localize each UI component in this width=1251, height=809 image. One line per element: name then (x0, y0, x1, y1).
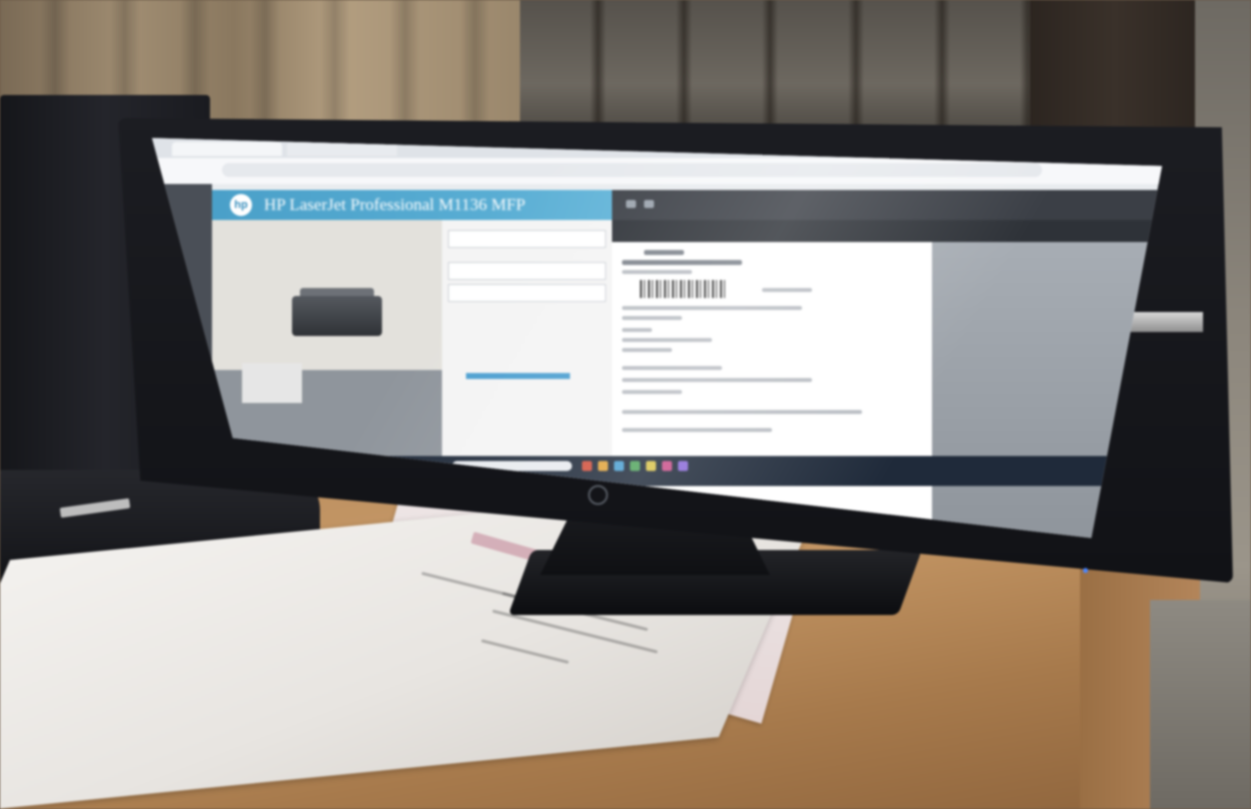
power-indicator-icon (1083, 568, 1088, 573)
doc-text-line (622, 410, 862, 414)
doc-text-line (622, 348, 672, 352)
floor (1150, 600, 1251, 809)
doc-text-line (762, 288, 812, 292)
taskbar-app-icon (646, 461, 656, 471)
doc-text-line (644, 250, 684, 255)
browser-tab (172, 142, 282, 156)
taskbar-app-icon (582, 461, 592, 471)
viewer-toolbar (612, 190, 1162, 220)
doc-text-line (622, 366, 722, 370)
doc-text-line (622, 390, 682, 394)
url-input (222, 163, 1042, 177)
product-header: hp HP LaserJet Professional M1136 MFP (212, 190, 612, 220)
taskbar-app-icon (598, 461, 608, 471)
printer-image (292, 296, 382, 336)
doc-text-line (622, 378, 812, 382)
taskbar-app-icon (630, 461, 640, 471)
doc-text-line (622, 338, 712, 342)
taskbar-app-icon (662, 461, 672, 471)
doc-text-line (622, 306, 802, 310)
hp-header-logo: hp (230, 194, 252, 216)
photo-scene: hp HP LaserJet Professional M1136 MFP (0, 0, 1251, 809)
viewer-subbar (612, 220, 1162, 242)
product-title: HP LaserJet Professional M1136 MFP (264, 195, 526, 214)
monitor-bracket (1128, 312, 1203, 332)
doc-text-line (622, 270, 692, 274)
form-field (448, 284, 606, 302)
toolbar-icon (626, 200, 636, 208)
doc-text-line (622, 428, 772, 432)
doc-text-line (622, 328, 652, 332)
form-field (448, 230, 606, 248)
hp-logo-icon (588, 485, 608, 505)
content-card (242, 363, 302, 403)
doc-text-line (622, 316, 682, 320)
toolbar-icon (644, 200, 654, 208)
progress-strip (466, 373, 570, 379)
taskbar-app-icon (614, 461, 624, 471)
doc-text-line (622, 260, 742, 265)
barcode (640, 280, 726, 298)
taskbar-app-icon (678, 461, 688, 471)
form-field (448, 262, 606, 280)
